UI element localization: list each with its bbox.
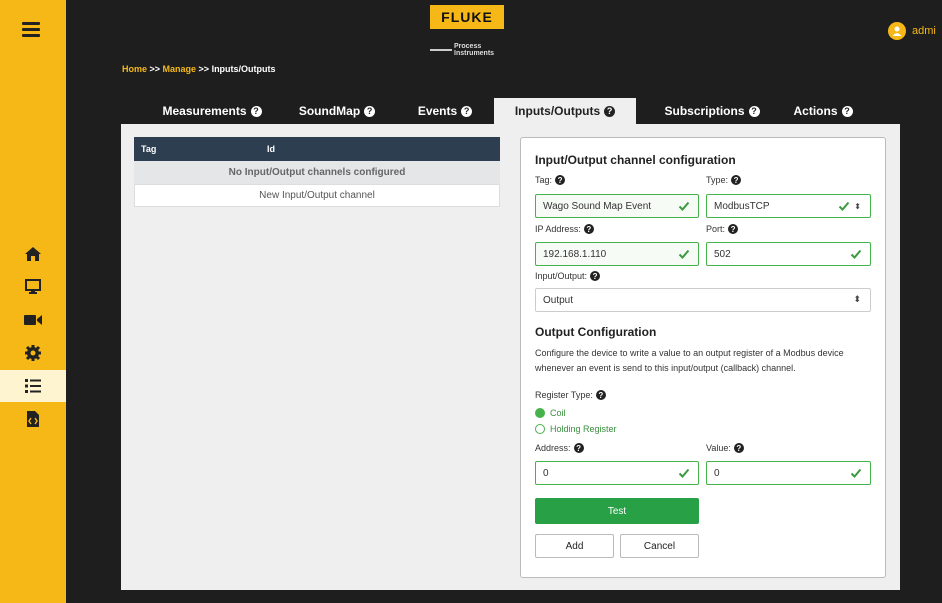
tag-input[interactable]: Wago Sound Map Event xyxy=(535,194,699,218)
ip-label: IP Address:? xyxy=(535,224,594,234)
help-icon[interactable]: ? xyxy=(728,224,739,234)
value-input[interactable]: 0 xyxy=(706,461,871,485)
config-title: Input/Output channel configuration xyxy=(535,153,736,167)
tab-inputs-outputs[interactable]: Inputs/Outputs? xyxy=(494,98,636,124)
type-select[interactable]: ModbusTCP ⬍ xyxy=(706,194,871,218)
output-description: Configure the device to write a value to… xyxy=(535,348,844,373)
select-arrows-icon: ⬍ xyxy=(853,294,861,304)
radio-selected-icon xyxy=(535,408,545,418)
port-label: Port:? xyxy=(706,224,739,234)
col-tag[interactable]: Tag xyxy=(141,144,156,154)
user-menu[interactable]: admi xyxy=(888,22,936,40)
sidebar xyxy=(0,0,66,603)
gear-icon[interactable] xyxy=(0,337,66,369)
table-header: Tag Id xyxy=(134,137,500,161)
help-icon[interactable]: ? xyxy=(364,105,376,117)
tab-measurements[interactable]: Measurements? xyxy=(148,98,276,124)
monitor-icon[interactable] xyxy=(0,271,66,303)
config-card: Input/Output channel configuration Tag:?… xyxy=(520,137,886,578)
help-icon[interactable]: ? xyxy=(461,105,473,117)
tab-bar: Measurements? SoundMap? Events? Inputs/O… xyxy=(66,98,942,124)
help-icon[interactable]: ? xyxy=(573,443,584,453)
user-avatar-icon xyxy=(888,22,906,40)
cancel-button[interactable]: Cancel xyxy=(620,534,699,558)
tab-events[interactable]: Events? xyxy=(410,98,480,124)
breadcrumb-home[interactable]: Home xyxy=(122,64,147,74)
empty-message: No Input/Output channels configured xyxy=(134,161,500,184)
check-icon xyxy=(850,249,862,259)
brand-sub1: Process xyxy=(454,43,482,50)
video-camera-icon[interactable] xyxy=(0,304,66,336)
help-icon[interactable]: ? xyxy=(733,443,744,453)
check-icon xyxy=(678,249,690,259)
radio-coil[interactable]: Coil xyxy=(535,408,566,418)
help-icon[interactable]: ? xyxy=(748,105,760,117)
value-label: Value:? xyxy=(706,443,744,453)
check-icon xyxy=(839,201,850,211)
tab-soundmap[interactable]: SoundMap? xyxy=(288,98,386,124)
help-icon[interactable]: ? xyxy=(555,175,566,185)
help-icon[interactable]: ? xyxy=(590,271,601,281)
type-label: Type:? xyxy=(706,175,742,185)
breadcrumb-manage[interactable]: Manage xyxy=(163,64,197,74)
tab-subscriptions[interactable]: Subscriptions? xyxy=(648,98,776,124)
io-channel-table: Tag Id No Input/Output channels configur… xyxy=(134,137,500,207)
check-icon xyxy=(850,468,862,478)
fluke-logo: FLUKE Process Instruments xyxy=(430,5,536,57)
select-arrows-icon: ⬍ xyxy=(854,201,861,211)
help-icon[interactable]: ? xyxy=(595,390,606,400)
brand-name: FLUKE xyxy=(430,5,504,29)
radio-unselected-icon xyxy=(535,424,545,434)
list-icon[interactable] xyxy=(0,370,66,402)
port-input[interactable]: 502 xyxy=(706,242,871,266)
col-id[interactable]: Id xyxy=(267,144,275,154)
check-icon xyxy=(678,201,690,211)
menu-icon[interactable] xyxy=(22,22,40,37)
add-button[interactable]: Add xyxy=(535,534,614,558)
radio-holding-register[interactable]: Holding Register xyxy=(535,424,617,434)
breadcrumb-current: Inputs/Outputs xyxy=(211,64,276,74)
main-panel: Tag Id No Input/Output channels configur… xyxy=(121,124,900,590)
code-file-icon[interactable] xyxy=(0,403,66,435)
help-icon[interactable]: ? xyxy=(731,175,742,185)
tab-actions[interactable]: Actions? xyxy=(784,98,862,124)
address-input[interactable]: 0 xyxy=(535,461,699,485)
check-icon xyxy=(678,468,690,478)
help-icon[interactable]: ? xyxy=(583,224,594,234)
brand-sub2: Instruments xyxy=(454,50,495,57)
test-button[interactable]: Test xyxy=(535,498,699,524)
register-type-label: Register Type:? xyxy=(535,390,606,400)
help-icon[interactable]: ? xyxy=(841,105,853,117)
help-icon[interactable]: ? xyxy=(250,105,262,117)
username: admi xyxy=(912,25,936,37)
ip-input[interactable]: 192.168.1.110 xyxy=(535,242,699,266)
io-label: Input/Output:? xyxy=(535,271,601,281)
tag-label: Tag:? xyxy=(535,175,566,185)
breadcrumb: Home >> Manage >> Inputs/Outputs xyxy=(122,64,276,74)
output-config-title: Output Configuration xyxy=(535,325,657,339)
new-channel-row[interactable]: New Input/Output channel xyxy=(134,184,500,207)
io-select[interactable]: Output ⬍ xyxy=(535,288,871,312)
top-bar: FLUKE Process Instruments admi xyxy=(66,0,942,60)
home-icon[interactable] xyxy=(0,238,66,270)
help-icon[interactable]: ? xyxy=(604,105,616,117)
address-label: Address:? xyxy=(535,443,584,453)
